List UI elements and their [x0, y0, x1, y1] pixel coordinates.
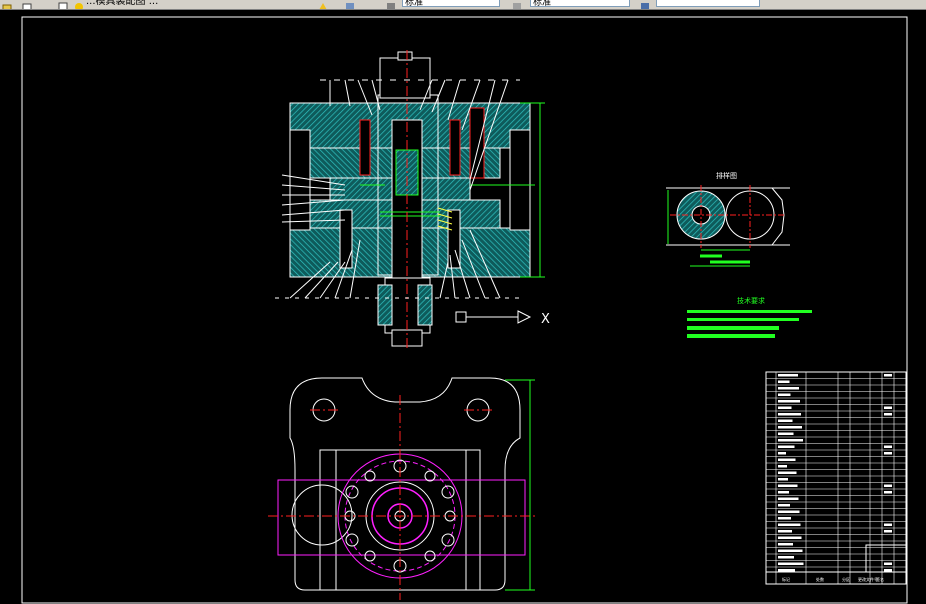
folder-icon[interactable]	[22, 0, 32, 9]
bom-cell-text	[778, 419, 793, 422]
bom-cell-text	[884, 484, 892, 487]
bom-cell-text	[778, 387, 799, 390]
bom-cell-text	[778, 380, 790, 383]
bom-cell-text	[778, 549, 803, 552]
bom-cell-text	[778, 458, 796, 461]
bom-cell-text	[778, 536, 802, 539]
bom-cell-text	[884, 523, 892, 526]
bom-cell-text	[778, 543, 793, 546]
bom-cell-text	[778, 465, 787, 468]
section-view[interactable]: X	[275, 50, 550, 350]
bom-cell-text	[778, 504, 790, 507]
bom-cell-text	[778, 413, 801, 416]
table-style-combo-icon[interactable]	[640, 0, 650, 9]
bom-cell-text	[884, 491, 892, 494]
cad-drawing-canvas[interactable]: X 排样图 技术要求 标记 处数 分区 更改文件号 签名	[0, 10, 926, 604]
bom-cell-text	[778, 491, 789, 494]
bom-cell-text	[884, 562, 892, 565]
bom-cell-text	[884, 374, 892, 377]
bom-cell-text	[778, 406, 792, 409]
bom-cell-text	[778, 556, 794, 559]
dim-style-combo[interactable]: 标准	[530, 0, 630, 8]
tech-req-title: 技术要求	[737, 296, 765, 305]
bom-cell-text	[884, 445, 892, 448]
x-marker-label: X	[541, 312, 550, 327]
bom-cell-text	[778, 445, 795, 448]
bom-cell-text	[778, 530, 792, 533]
dim-style-combo-icon[interactable]	[512, 0, 522, 9]
bom-cell-text	[778, 478, 788, 481]
bom-cell-text	[778, 510, 800, 513]
table-style-combo[interactable]	[656, 0, 760, 7]
toolbar: ...模具装配图 ... 标准 标准	[0, 0, 926, 10]
bom-cell-text	[884, 452, 892, 455]
bom-cell-text	[884, 530, 892, 533]
table-style-icon[interactable]	[386, 0, 396, 9]
bom-cell-text	[884, 406, 892, 409]
title-block-label: 分区	[842, 576, 850, 582]
text-style-icon[interactable]	[318, 0, 328, 9]
detail-title: 排样图	[716, 171, 737, 180]
bom-cell-text	[778, 452, 786, 455]
text-style-combo[interactable]: 标准	[402, 0, 500, 8]
title-block-label: 标记	[782, 576, 790, 582]
properties-icon[interactable]	[74, 0, 84, 9]
file-name-label: ...模具装配图 ...	[86, 0, 159, 7]
bom-cell-text	[778, 497, 799, 500]
strip-layout-detail[interactable]: 排样图	[666, 171, 790, 267]
dim-style-icon[interactable]	[345, 0, 355, 9]
open-icon[interactable]	[2, 0, 12, 9]
technical-requirements: 技术要求	[687, 296, 812, 338]
title-block[interactable]: 标记 处数 分区 更改文件号签名	[765, 371, 907, 585]
bom-cell-text	[778, 432, 794, 435]
bom-cell-text	[778, 374, 798, 377]
bom-cell-text	[778, 484, 798, 487]
bom-cell-text	[778, 517, 791, 520]
bom-cell-text	[778, 400, 800, 403]
title-block-label: 更改文件号	[858, 576, 878, 582]
bom-cell-text	[778, 439, 803, 442]
bom-cell-text	[778, 523, 801, 526]
bom-cell-text	[778, 562, 804, 565]
bom-cell-text	[778, 569, 795, 572]
bom-cell-text	[884, 413, 892, 416]
title-block-label: 处数	[816, 576, 824, 582]
title-block-label: 签名	[876, 576, 884, 582]
bom-cell-text	[778, 393, 791, 396]
bom-cell-text	[778, 471, 797, 474]
bom-cell-text	[884, 569, 892, 572]
plan-view[interactable]	[268, 377, 535, 600]
bom-cell-text	[778, 426, 802, 429]
layer-icon[interactable]	[58, 0, 68, 9]
